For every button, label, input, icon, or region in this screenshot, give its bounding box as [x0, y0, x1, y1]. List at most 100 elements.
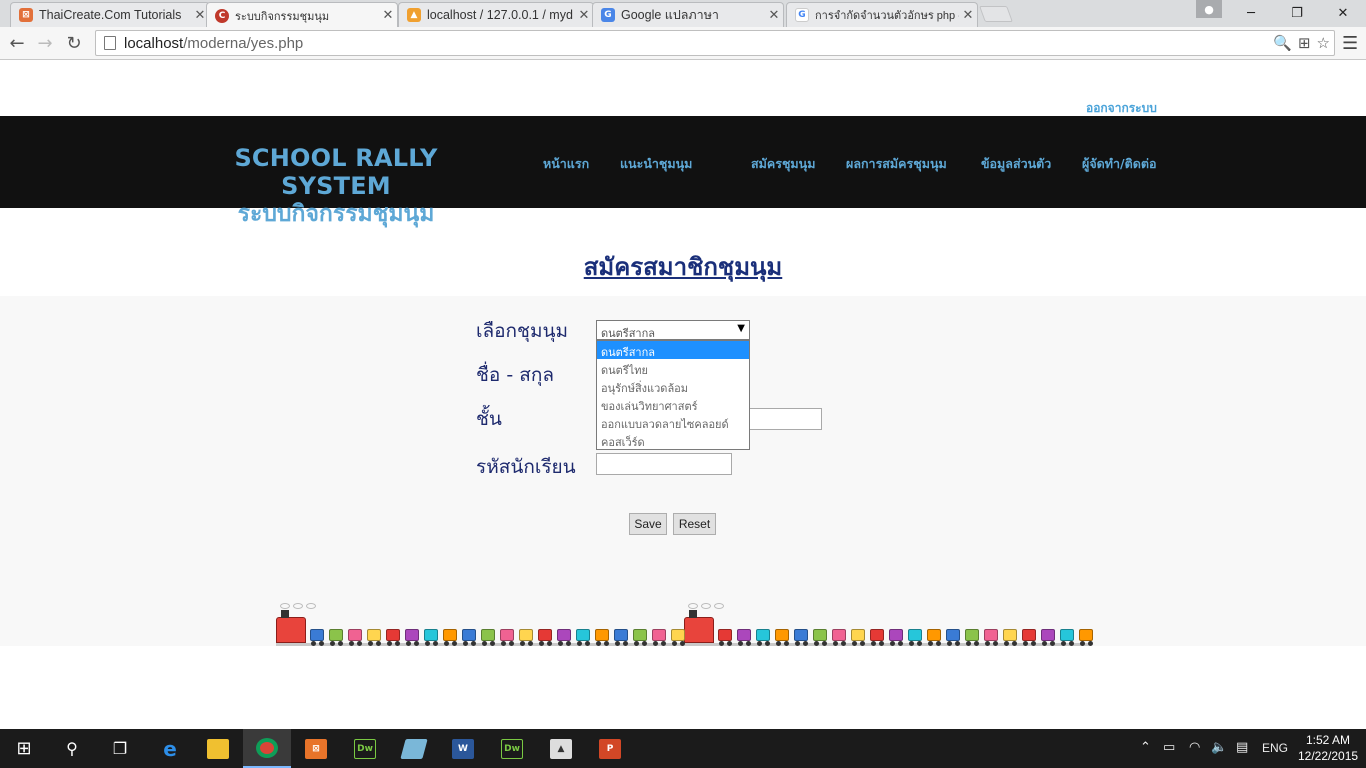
train-wheel — [795, 641, 800, 646]
tab-title: การจำกัดจำนวนตัวอักษร php - — [815, 10, 959, 22]
chevron-up-icon[interactable]: ⌃ — [1140, 740, 1151, 755]
forward-arrow-icon[interactable]: → — [34, 32, 56, 54]
nav-clubs-intro[interactable]: แนะนำชุมนุม — [620, 154, 692, 174]
taskbar-edge[interactable]: e — [146, 729, 194, 768]
club-option[interactable]: คอสเว็ร์ด — [597, 431, 749, 449]
taskbar-explorer[interactable] — [194, 729, 242, 768]
taskbar-powerpoint[interactable]: P — [586, 729, 634, 768]
close-window-button[interactable]: ✕ — [1320, 0, 1366, 26]
name-label: ชื่อ - สกุล — [476, 364, 554, 386]
translate-icon[interactable]: ⊞ — [1298, 34, 1311, 52]
close-tab-icon[interactable]: ✕ — [765, 8, 783, 23]
language-indicator[interactable]: ENG — [1262, 741, 1288, 755]
minimize-button[interactable]: ─ — [1228, 0, 1274, 26]
nav-apply[interactable]: สมัครชุมนุม — [751, 154, 815, 174]
train-car — [386, 629, 400, 641]
train-car — [775, 629, 789, 641]
new-tab-button[interactable] — [979, 6, 1013, 22]
train-car — [557, 629, 571, 641]
reload-icon[interactable]: ↻ — [63, 32, 85, 54]
back-arrow-icon[interactable]: ← — [6, 32, 28, 54]
club-option[interactable]: อนุรักษ์สิ่งแวดล้อม — [597, 377, 749, 395]
train-wheel — [974, 641, 979, 646]
tab-club-system[interactable]: C ระบบกิจกรรมชุมนุม ✕ — [206, 2, 398, 28]
train-wheel — [672, 641, 677, 646]
close-tab-icon[interactable]: ✕ — [575, 8, 593, 23]
train-car — [348, 629, 362, 641]
taskbar-dreamweaver-2[interactable]: Dw — [488, 729, 536, 768]
tab-title: localhost / 127.0.0.1 / myd — [427, 8, 573, 22]
train-car — [1079, 629, 1093, 641]
dropdown-arrow-icon: ▼ — [737, 323, 745, 334]
taskbar-xampp[interactable]: ⊠ — [292, 729, 340, 768]
chrome-menu-icon[interactable]: ☰ — [1342, 33, 1358, 54]
club-option[interactable]: ของเล่นวิทยาศาสตร์ — [597, 395, 749, 413]
student-id-input[interactable] — [596, 453, 732, 475]
club-dropdown-list: ดนตรีสากล ดนตรีไทย อนุรักษ์สิ่งแวดล้อม ข… — [596, 340, 750, 450]
save-button[interactable]: Save — [629, 513, 667, 535]
nav-home[interactable]: หน้าแรก — [543, 154, 589, 174]
zoom-icon[interactable]: 🔍 — [1273, 34, 1292, 52]
reset-button[interactable]: Reset — [673, 513, 716, 535]
club-option[interactable]: ดนตรีไทย — [597, 359, 749, 377]
train-wheel — [357, 641, 362, 646]
taskbar-word[interactable]: W — [439, 729, 487, 768]
train-car — [1022, 629, 1036, 641]
train-smoke — [714, 603, 724, 609]
volume-icon[interactable]: 🔈 — [1211, 740, 1227, 755]
page-icon — [104, 36, 116, 50]
tab-phpmyadmin[interactable]: ▲ localhost / 127.0.0.1 / myd ✕ — [398, 2, 594, 27]
train-car — [794, 629, 808, 641]
start-button[interactable]: ⊞ — [0, 729, 48, 768]
train-wheel — [471, 641, 476, 646]
site-title: SCHOOL RALLY SYSTEM ระบบกิจกรรมชุมนุม — [188, 144, 484, 228]
club-option[interactable]: ออกแบบลวดลายไซคลอยด์ — [597, 413, 749, 431]
wifi-icon[interactable]: ◠ — [1189, 740, 1200, 755]
action-center-icon[interactable]: ▤ — [1236, 740, 1248, 755]
train-wheel — [319, 641, 324, 646]
taskbar-app[interactable] — [390, 729, 438, 768]
search-button[interactable]: ⚲ — [48, 729, 96, 768]
powerpoint-icon: P — [599, 738, 621, 759]
train-locomotive — [684, 610, 714, 643]
train-wheel — [376, 641, 381, 646]
train-wheel — [966, 641, 971, 646]
train-wheel — [784, 641, 789, 646]
taskbar-clock[interactable]: 1:52 AM 12/22/2015 — [1298, 732, 1358, 764]
profile-icon[interactable]: ● — [1196, 0, 1222, 18]
taskbar-photos[interactable]: ▲ — [537, 729, 585, 768]
photos-icon: ▲ — [550, 738, 572, 759]
edge-icon: e — [163, 736, 177, 761]
train-car — [984, 629, 998, 641]
club-select[interactable]: ดนตรีสากล ▼ — [596, 320, 750, 340]
train-car — [718, 629, 732, 641]
tab-google-translate[interactable]: G Google แปลภาษา ✕ — [592, 2, 784, 27]
close-tab-icon[interactable]: ✕ — [379, 8, 397, 23]
train-wheel — [387, 641, 392, 646]
nav-profile[interactable]: ข้อมูลส่วนตัว — [981, 154, 1051, 174]
train-car — [908, 629, 922, 641]
tab-thaicreate[interactable]: ⊠ ThaiCreate.Com Tutorials ✕ — [10, 2, 210, 27]
train-wheel — [1088, 641, 1093, 646]
train-car — [595, 629, 609, 641]
train-wheel — [1023, 641, 1028, 646]
restore-button[interactable]: ❐ — [1274, 0, 1320, 26]
nav-contact[interactable]: ผู้จัดทำ/ติดต่อ — [1082, 154, 1156, 174]
task-view-button[interactable]: ❐ — [96, 729, 144, 768]
train-car — [927, 629, 941, 641]
train-wheel — [520, 641, 525, 646]
train-wheel — [406, 641, 411, 646]
battery-icon[interactable]: ▭ — [1163, 740, 1175, 755]
tab-google-search[interactable]: G การจำกัดจำนวนตัวอักษร php - ✕ — [786, 2, 978, 27]
address-bar[interactable]: localhost/moderna/yes.php 🔍 ⊞ ☆ — [95, 30, 1335, 56]
taskbar-dreamweaver[interactable]: Dw — [341, 729, 389, 768]
nav-results[interactable]: ผลการสมัครชุมนุม — [846, 154, 947, 174]
club-option[interactable]: ดนตรีสากล — [597, 341, 749, 359]
close-tab-icon[interactable]: ✕ — [959, 8, 977, 23]
site-title-th: ระบบกิจกรรมชุมนุม — [237, 201, 435, 227]
train-car — [946, 629, 960, 641]
grade-label: ชั้น — [476, 408, 502, 430]
taskbar-chrome[interactable] — [243, 729, 291, 768]
clock-time: 1:52 AM — [1305, 733, 1351, 747]
bookmark-star-icon[interactable]: ☆ — [1317, 34, 1330, 52]
